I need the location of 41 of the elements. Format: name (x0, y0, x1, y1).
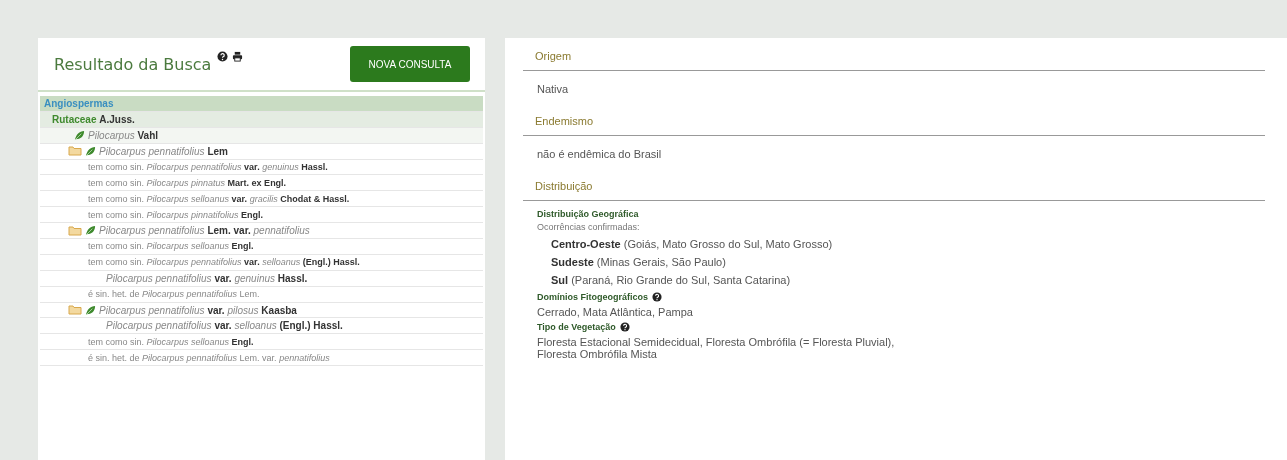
synonym-row[interactable]: é sin. het. de Pilocarpus pennatifolius Lem. (40, 286, 483, 303)
region-entry: Centro-Oeste (Goiás, Mato Grosso do Sul, Mato Grosso) (550, 237, 834, 252)
synonym-row[interactable]: tem como sin. Pilocarpus selloanus var. gracilis Chodat & Hassl. (40, 191, 483, 208)
synonym-row[interactable]: tem como sin. Pilocarpus pennatifolius var. selloanus (Engl.) Hassl. (40, 254, 483, 271)
field-label: Domínios Fitogeográficos (537, 292, 648, 302)
folder-icon (68, 146, 82, 157)
synonym-row[interactable]: é sin. het. de Pilocarpus pennatifolius Lem. var. pennatifolius (40, 350, 483, 367)
section-heading: Endemismo (523, 107, 1265, 136)
field-value: Cerrado, Mata Atlântica, Pampa (537, 306, 694, 318)
synonym-row[interactable]: tem como sin. Pilocarpus selloanus Engl. (40, 334, 483, 351)
field-value: Floresta Estacional Semidecidual, Floresta Ombrófila (= Floresta Pluvial), Floresta Ombrófila Mista (537, 336, 896, 360)
taxon-row[interactable]: Pilocarpus pennatifolius Lem. var. pennatifolius (40, 223, 483, 239)
panel-title: Resultado da Busca (54, 54, 212, 74)
synonym-row[interactable]: tem como sin. Pilocarpus selloanus Engl. (40, 239, 483, 255)
leaf-icon (85, 145, 96, 157)
leaf-icon (85, 225, 96, 237)
taxon-row[interactable]: Pilocarpus pennatifolius Lem (40, 143, 483, 160)
section-value: Nativa (536, 82, 570, 97)
leaf-icon (74, 129, 85, 141)
section-value: não é endêmica do Brasil (536, 147, 663, 162)
synonym-row[interactable]: tem como sin. Pilocarpus pennatifolius var. genuinus Hassl. (40, 159, 483, 176)
folder-icon (68, 305, 82, 315)
help-icon[interactable] (217, 51, 229, 62)
synonym-row[interactable]: Pilocarpus pennatifolius var. selloanus (Engl.) Hassl. (40, 318, 483, 335)
folder-icon (68, 225, 82, 236)
new-search-button[interactable]: NOVA CONSULTA (350, 46, 470, 82)
synonym-row[interactable]: tem como sin. Pilocarpus pinnatus Mart. ex Engl. (40, 175, 483, 192)
region-entry: Sul (Paraná, Rio Grande do Sul, Santa Catarina) (550, 273, 792, 288)
print-icon[interactable] (232, 51, 244, 62)
synonym-row[interactable]: tem como sin. Pilocarpus pinnatifolius Engl. (40, 207, 483, 224)
section-heading: Distribuição (523, 172, 1265, 201)
synonym-row[interactable]: Pilocarpus pennatifolius var. genuinus Hassl. (40, 270, 483, 287)
region-entry: Sudeste (Minas Gerais, São Paulo) (550, 255, 727, 270)
help-icon[interactable] (652, 292, 662, 302)
section-heading: Origem (523, 42, 1265, 71)
field-label: Distribuição Geográfica (537, 209, 640, 219)
taxon-row[interactable]: Pilocarpus pennatifolius var. pilosus Kaasba (40, 302, 483, 319)
leaf-icon (85, 304, 96, 316)
help-icon[interactable] (619, 322, 630, 332)
field-label: Tipo de Vegetação (537, 322, 616, 332)
field-caption: Ocorrências confirmadas: (537, 222, 641, 232)
